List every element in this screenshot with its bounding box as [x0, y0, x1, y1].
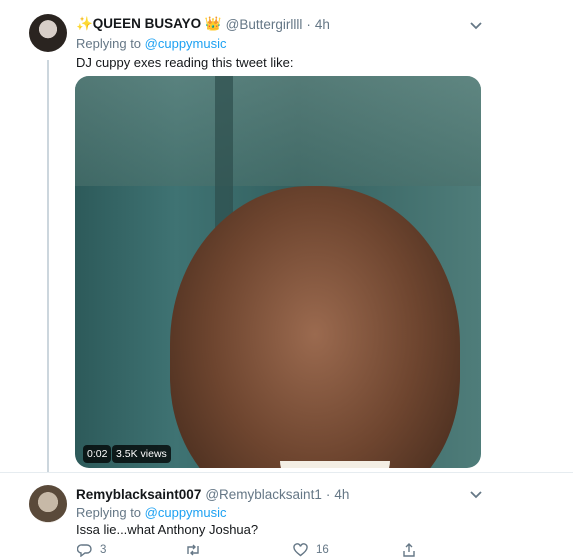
tweet-text: DJ cuppy exes reading this tweet like:	[76, 55, 294, 70]
tweet-header: ✨QUEEN BUSAYO 👑 @Buttergirllll · 4h	[76, 16, 330, 32]
chevron-down-icon[interactable]	[469, 21, 483, 31]
replying-label: Replying to	[76, 36, 145, 51]
share-button[interactable]	[402, 543, 416, 557]
thread-connector	[47, 60, 49, 473]
user-handle[interactable]: @Buttergirllll	[226, 17, 303, 32]
tweet-header: Remyblacksaint007 @Remyblacksaint1 · 4h	[76, 487, 349, 502]
display-name[interactable]: ✨QUEEN BUSAYO 👑	[76, 16, 222, 32]
timestamp[interactable]: 4h	[334, 487, 349, 502]
video-frame-background	[75, 76, 481, 186]
video-frame-subject	[170, 186, 460, 468]
avatar[interactable]	[29, 14, 67, 52]
video-views-badge: 3.5K views	[112, 445, 171, 463]
tweet-divider	[0, 472, 573, 473]
separator-dot: ·	[306, 16, 311, 32]
heart-icon	[293, 543, 308, 557]
replying-to: Replying to @cuppymusic	[76, 36, 227, 51]
video-frame-smile	[280, 461, 390, 468]
reply-count: 3	[100, 544, 107, 556]
retweet-icon	[187, 544, 199, 556]
user-handle[interactable]: @Remyblacksaint1	[205, 487, 322, 502]
like-button[interactable]: 16	[293, 543, 329, 557]
reply-icon	[77, 544, 92, 557]
replying-label: Replying to	[76, 505, 145, 520]
reply-button[interactable]: 3	[77, 543, 106, 557]
mention-link[interactable]: @cuppymusic	[145, 505, 227, 520]
retweet-button[interactable]	[185, 543, 209, 557]
mention-link[interactable]: @cuppymusic	[145, 36, 227, 51]
share-icon	[403, 543, 415, 557]
replying-to: Replying to @cuppymusic	[76, 505, 227, 520]
timestamp[interactable]: 4h	[315, 17, 330, 32]
like-count: 16	[316, 544, 329, 556]
display-name[interactable]: Remyblacksaint007	[76, 487, 201, 502]
video-duration-badge: 0:02	[83, 445, 112, 463]
separator-dot: ·	[325, 487, 331, 502]
chevron-down-icon[interactable]	[469, 490, 483, 500]
video-player[interactable]	[75, 76, 481, 468]
avatar[interactable]	[29, 485, 67, 523]
tweet-text: Issa lie...what Anthony Joshua?	[76, 522, 259, 537]
